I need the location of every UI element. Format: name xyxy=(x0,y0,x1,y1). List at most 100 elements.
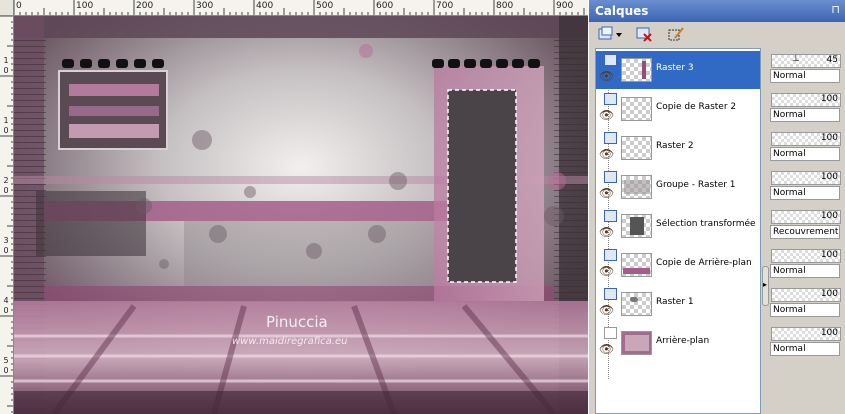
opacity-value: 100 xyxy=(820,133,838,143)
eye-icon[interactable]: 👁 xyxy=(599,109,614,121)
ruler-label: 0 xyxy=(3,66,9,75)
blend-mode-value: Normal xyxy=(773,71,806,81)
ruler-label: 0 xyxy=(3,246,9,255)
layer-props-copie-de-raster-2: 100 Normal xyxy=(768,89,842,125)
eye-icon[interactable]: 👁 xyxy=(599,70,614,82)
layer-row-selection-transformee[interactable]: 👁 Sélection transformée xyxy=(596,207,760,245)
ruler-label: 5 xyxy=(3,356,9,365)
ruler-label: 100 xyxy=(76,1,94,11)
opacity-value: 100 xyxy=(820,289,838,299)
background-layer-icon xyxy=(604,327,617,339)
blend-mode-value: Normal xyxy=(773,266,806,276)
blend-mode-select[interactable]: Normal xyxy=(770,303,840,317)
ruler-label: 200 xyxy=(136,1,154,11)
blend-mode-value: Recouvrement xyxy=(773,227,839,237)
layer-name: Raster 3 xyxy=(656,63,694,73)
blend-mode-select[interactable]: Normal xyxy=(770,342,840,356)
blend-mode-select[interactable]: Recouvrement xyxy=(770,225,840,239)
opacity-value: 100 xyxy=(820,94,838,104)
palette-toolbar xyxy=(589,22,845,46)
ruler-label: 400 xyxy=(256,1,274,11)
image-canvas[interactable]: Pinuccia www.maidiregrafica.eu xyxy=(14,16,588,414)
expand-arrow-icon[interactable]: ▸ xyxy=(763,280,767,289)
palette-title: Calques xyxy=(595,4,649,18)
layer-thumbnail xyxy=(621,253,652,277)
opacity-value: 100 xyxy=(820,172,838,182)
blend-mode-value: Normal xyxy=(773,110,806,120)
opacity-slider[interactable]: 100 xyxy=(771,288,841,302)
layer-props-selection-transformee: 100 Recouvrement xyxy=(768,206,842,242)
layer-props-copie-de-arriere-plan: 100 Normal xyxy=(768,245,842,281)
ruler-label: 0 xyxy=(3,186,9,195)
ruler-label: 0 xyxy=(3,306,9,315)
edit-mask-icon xyxy=(668,27,684,41)
layer-row-raster-1[interactable]: 👁 Raster 1 xyxy=(596,285,760,323)
artwork: Pinuccia www.maidiregrafica.eu xyxy=(14,16,588,414)
eye-icon[interactable]: 👁 xyxy=(599,226,614,238)
watermark-url: www.maidiregrafica.eu xyxy=(232,336,347,347)
layer-list: 👁 Raster 3 👁 Copie de Raster 2 👁 Raster … xyxy=(595,48,761,414)
blend-mode-select[interactable]: Normal xyxy=(770,108,840,122)
blend-mode-select[interactable]: Normal xyxy=(770,147,840,161)
layer-row-groupe-raster-1[interactable]: 👁 Groupe - Raster 1 xyxy=(596,168,760,206)
raster-layer-icon xyxy=(604,132,617,144)
layer-row-raster-3[interactable]: 👁 Raster 3 xyxy=(596,51,760,89)
layer-props-raster-3: ⊥ 45 Normal xyxy=(768,50,842,86)
blend-mode-value: Normal xyxy=(773,188,806,198)
eye-icon[interactable]: 👁 xyxy=(599,265,614,277)
layer-row-copie-de-arriere-plan[interactable]: 👁 Copie de Arrière-plan xyxy=(596,246,760,284)
blend-mode-select[interactable]: Normal xyxy=(770,264,840,278)
raster-layer-icon xyxy=(604,210,617,222)
layer-props-raster-1: 100 Normal xyxy=(768,284,842,320)
palette-title-bar[interactable]: Calques ⊓ xyxy=(589,0,845,22)
raster-layer-icon xyxy=(604,288,617,300)
layer-props-raster-2: 100 Normal xyxy=(768,128,842,164)
slider-pointer-icon: ⊥ xyxy=(792,54,800,64)
ruler-label: 2 xyxy=(3,176,9,185)
edit-mask-button[interactable] xyxy=(665,25,687,43)
image-canvas-area: 0 100 200 300 400 500 600 700 800 900 1 … xyxy=(0,0,588,414)
raster-layer-icon xyxy=(604,93,617,105)
ruler-label: 0 xyxy=(3,126,9,135)
opacity-value: 100 xyxy=(820,250,838,260)
delete-layer-icon xyxy=(636,27,652,42)
opacity-slider[interactable]: 100 xyxy=(771,171,841,185)
pin-icon[interactable]: ⊓ xyxy=(831,3,840,16)
eye-icon[interactable]: 👁 xyxy=(599,148,614,160)
opacity-value: 100 xyxy=(820,328,838,338)
blend-mode-select[interactable]: Normal xyxy=(770,186,840,200)
delete-layer-button[interactable] xyxy=(633,25,655,43)
layer-row-arriere-plan[interactable]: 👁 Arrière-plan xyxy=(596,324,760,362)
eye-icon[interactable]: 👁 xyxy=(599,187,614,199)
opacity-slider[interactable]: 100 xyxy=(771,93,841,107)
opacity-value: 45 xyxy=(826,55,838,65)
layer-name: Arrière-plan xyxy=(656,336,710,346)
layer-row-raster-2[interactable]: 👁 Raster 2 xyxy=(596,129,760,167)
layer-thumbnail xyxy=(621,97,652,121)
horizontal-ruler: 0 100 200 300 400 500 600 700 800 900 xyxy=(14,0,588,16)
layer-properties-column: ⊥ 45 Normal 100 Normal 100 Normal 100 No… xyxy=(768,48,845,414)
opacity-slider[interactable]: 100 xyxy=(771,327,841,341)
raster-layer-icon xyxy=(604,171,617,183)
eye-icon[interactable]: 👁 xyxy=(599,304,614,316)
layer-props-arriere-plan: 100 Normal xyxy=(768,323,842,359)
opacity-slider[interactable]: 100 xyxy=(771,132,841,146)
ruler-label: 0 xyxy=(3,366,9,375)
layer-thumbnail xyxy=(621,58,652,82)
ruler-corner xyxy=(0,0,14,16)
layers-palette: Calques ⊓ 👁 Raster 3 👁 Copie de Raster 2… xyxy=(588,0,845,414)
new-layer-button[interactable] xyxy=(595,25,625,43)
ruler-label: 500 xyxy=(316,1,334,11)
ruler-label: 0 xyxy=(16,1,22,11)
opacity-slider[interactable]: 100 xyxy=(771,249,841,263)
eye-icon[interactable]: 👁 xyxy=(599,343,614,355)
layer-name: Groupe - Raster 1 xyxy=(656,180,736,190)
layer-thumbnail xyxy=(621,214,652,238)
psp-window: 0 100 200 300 400 500 600 700 800 900 1 … xyxy=(0,0,845,414)
layer-name: Copie de Raster 2 xyxy=(656,102,737,112)
layer-row-copie-de-raster-2[interactable]: 👁 Copie de Raster 2 xyxy=(596,90,760,128)
opacity-slider[interactable]: 100 xyxy=(771,210,841,224)
layer-name: Raster 1 xyxy=(656,297,694,307)
opacity-slider[interactable]: ⊥ 45 xyxy=(771,54,841,68)
blend-mode-select[interactable]: Normal xyxy=(770,69,840,83)
